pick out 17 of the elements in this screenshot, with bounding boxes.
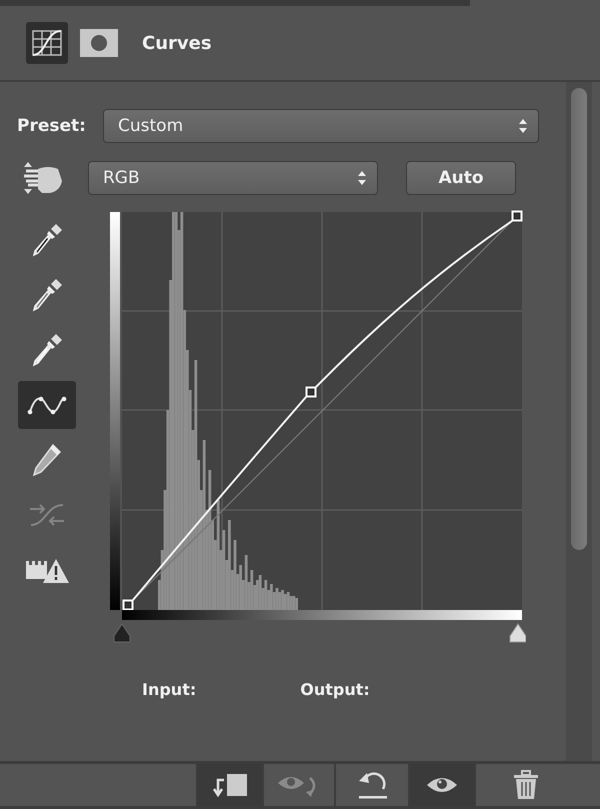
input-label: Input: [142,680,196,699]
clip-layer-icon[interactable] [196,764,262,806]
output-label: Output: [300,680,370,699]
eye-icon[interactable] [408,764,474,806]
panel-title: Curves [142,32,212,54]
dropdown-arrows-icon [518,118,528,134]
preset-dropdown[interactable]: Custom [103,109,539,143]
control-point[interactable] [122,600,134,610]
curves-adjustment-icon[interactable] [26,22,68,64]
scrollbar-thumb[interactable] [571,88,587,550]
curve-tool-icon[interactable] [18,381,76,429]
preset-label: Preset: [17,116,87,136]
auto-button[interactable]: Auto [406,161,516,195]
dropdown-arrows-icon [357,170,367,186]
control-point[interactable] [512,210,522,222]
control-point[interactable] [306,386,316,398]
channel-dropdown[interactable]: RGB [88,161,378,195]
